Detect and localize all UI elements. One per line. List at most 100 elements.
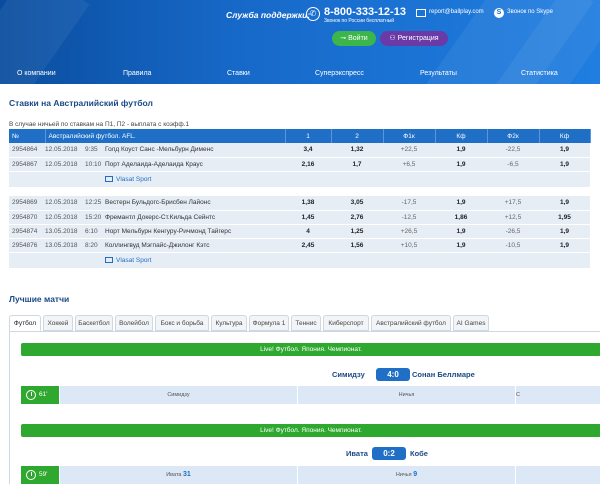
odd-handicap2[interactable]: 1,9 — [539, 224, 590, 239]
odd-handicap2[interactable]: 1,9 — [539, 196, 590, 211]
match-time: 12:25 — [85, 196, 105, 211]
odd-cell-away[interactable]: С — [515, 386, 600, 404]
tab-formula1[interactable]: Формула 1 — [249, 315, 289, 331]
odd-win1[interactable]: 2,16 — [285, 157, 331, 172]
league-bar: Live! Футбол. Япония. Чемпионат. — [21, 343, 600, 356]
mail-icon — [416, 9, 426, 17]
odd-win2[interactable]: 1,32 — [331, 143, 383, 158]
tab-culture[interactable]: Культура — [211, 315, 247, 331]
key-icon: ⊸ — [340, 35, 349, 42]
handicap2: -10,5 — [487, 238, 539, 253]
odd-handicap1[interactable]: 1,9 — [435, 238, 487, 253]
col-win2: 2 — [331, 129, 384, 143]
odd-handicap1[interactable]: 1,9 — [435, 224, 487, 239]
match-score: 0:2 — [372, 447, 406, 460]
tv-channel-link[interactable]: Vlasat Sport — [116, 257, 151, 264]
nav-statistics[interactable]: Статистика — [521, 70, 558, 77]
match-minute: 61' — [21, 386, 59, 404]
home-team[interactable]: Ивата — [346, 449, 368, 458]
tab-hockey[interactable]: Хоккей — [43, 315, 73, 331]
odd-cell-away[interactable] — [515, 466, 600, 484]
odd-handicap2[interactable]: 1,9 — [539, 143, 590, 158]
login-button[interactable]: ⊸ Войти — [332, 31, 376, 46]
home-team[interactable]: Симидзу — [332, 370, 365, 379]
col-handicap1: Ф1к — [383, 129, 436, 143]
odd-win1[interactable]: 2,45 — [285, 238, 331, 253]
odd-win2[interactable]: 1,7 — [331, 157, 383, 172]
register-button[interactable]: ⚇ Регистрация — [380, 31, 448, 46]
phone-number[interactable]: 8-800-333-12-13 — [324, 6, 406, 18]
odd-cell-draw[interactable]: Ничья 9 — [297, 466, 515, 484]
odd-handicap2[interactable]: 1,9 — [539, 238, 590, 253]
away-team[interactable]: Сонан Беллмаре — [412, 370, 475, 379]
handicap1: +10,5 — [383, 238, 435, 253]
tab-australian-football[interactable]: Австралийский футбол — [371, 315, 451, 331]
match-time: 6:10 — [85, 224, 105, 239]
handicap2: -22,5 — [487, 143, 539, 158]
match-time: 9:35 — [85, 143, 105, 158]
match-date: 13.05.2018 — [45, 224, 85, 239]
odd-handicap1[interactable]: 1,9 — [435, 143, 487, 158]
match-name: Коллингвуд Мэгпайс-Джилонг Кэтс — [105, 238, 285, 253]
col-coef2: Кф — [539, 129, 591, 143]
match-id: 2954870 — [9, 210, 45, 225]
handicap2: +17,5 — [487, 196, 539, 211]
col-handicap2: Ф2к — [487, 129, 540, 143]
col-league: Австралийский футбол. AFL. — [45, 129, 286, 143]
odd-win2[interactable]: 2,76 — [331, 210, 383, 225]
odds-header-row: № Австралийский футбол. AFL. 1 2 Ф1к Кф … — [9, 129, 591, 143]
match-time: 10:10 — [85, 157, 105, 172]
nav-bets[interactable]: Ставки — [227, 70, 250, 77]
odd-handicap2[interactable]: 1,95 — [539, 210, 590, 225]
match-id: 2954874 — [9, 224, 45, 239]
odd-win1[interactable]: 1,38 — [285, 196, 331, 211]
col-coef1: Кф — [435, 129, 488, 143]
tab-football[interactable]: Футбол — [9, 315, 41, 331]
tab-esports[interactable]: Киберспорт — [323, 315, 369, 331]
odd-win1[interactable]: 3,4 — [285, 143, 331, 158]
tab-boxing[interactable]: Бокс и борьба — [155, 315, 209, 331]
odd-cell-home[interactable]: Симидзу — [59, 386, 297, 404]
nav-rules[interactable]: Правила — [123, 70, 151, 77]
odd-handicap2[interactable]: 1,9 — [539, 157, 590, 172]
match-score: 4:0 — [376, 368, 410, 381]
match-minute: 59' — [21, 466, 59, 484]
odd-cell-home[interactable]: Ивата 31 — [59, 466, 297, 484]
skype-link[interactable]: Звонок по Skype — [507, 9, 553, 15]
league-bar: Live! Футбол. Япония. Чемпионат. — [21, 424, 600, 437]
tv-row: Vlasat Sport — [9, 252, 590, 268]
match-name: Норт Мельбурн Кенгуру-Ричмонд Тайгерс — [105, 224, 285, 239]
odd-cell-draw[interactable]: Ничья — [297, 386, 515, 404]
odds-table: № Австралийский футбол. AFL. 1 2 Ф1к Кф … — [9, 129, 591, 268]
odd-win2[interactable]: 3,05 — [331, 196, 383, 211]
odd-win2[interactable]: 1,25 — [331, 224, 383, 239]
nav-about[interactable]: О компании — [17, 70, 56, 77]
match-date: 12.05.2018 — [45, 196, 85, 211]
odd-handicap1[interactable]: 1,9 — [435, 157, 487, 172]
tab-volleyball[interactable]: Волейбол — [115, 315, 153, 331]
main-nav: О компании Правила Ставки Суперэкспресс … — [0, 70, 600, 82]
match-odds-row: 61' Симидзу Ничья С — [21, 386, 600, 404]
odd-win1[interactable]: 4 — [285, 224, 331, 239]
tab-tennis[interactable]: Теннис — [291, 315, 321, 331]
nav-superexpress[interactable]: Суперэкспресс — [315, 70, 364, 77]
match-name: Вестерн Бульдогс-Брисбен Лайонс — [105, 196, 285, 211]
odd-win2[interactable]: 1,56 — [331, 238, 383, 253]
col-number: № — [9, 129, 46, 143]
skype-icon: S — [494, 8, 504, 18]
handicap2: -26,5 — [487, 224, 539, 239]
tab-ai-games[interactable]: AI Games — [453, 315, 489, 331]
match-odds-row: 59' Ивата 31 Ничья 9 — [21, 466, 600, 484]
page-title: Ставки на Австралийский футбол — [9, 98, 153, 108]
tv-channel-link[interactable]: Vlasat Sport — [116, 176, 151, 183]
table-row: 2954864 12.05.2018 9:35 Голд Коуст Санс … — [9, 143, 590, 158]
handicap1: +26,5 — [383, 224, 435, 239]
odd-handicap1[interactable]: 1,86 — [435, 210, 487, 225]
phone-subtitle: Звонок по России бесплатный — [324, 18, 395, 24]
odd-handicap1[interactable]: 1,9 — [435, 196, 487, 211]
email-link[interactable]: report@ballplay.com — [429, 9, 484, 15]
away-team[interactable]: Кобе — [410, 449, 428, 458]
nav-results[interactable]: Результаты — [420, 70, 457, 77]
tab-basketball[interactable]: Баскетбол — [75, 315, 113, 331]
odd-win1[interactable]: 1,45 — [285, 210, 331, 225]
